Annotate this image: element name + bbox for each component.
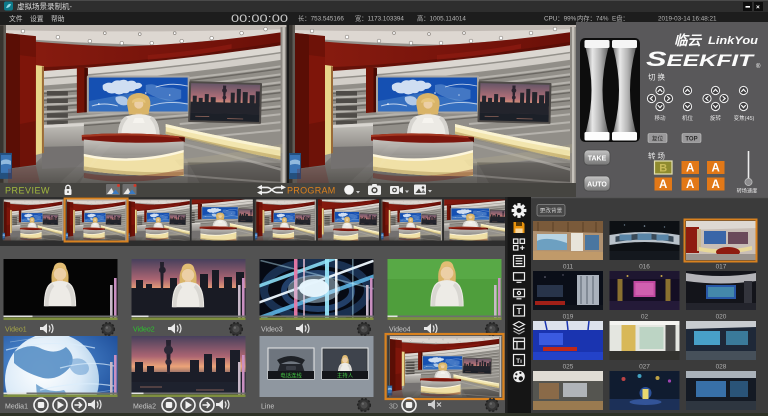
svg-text:旋转: 旋转 (710, 114, 722, 122)
svg-text:®: ® (756, 63, 761, 70)
svg-text:LinkYou: LinkYou (708, 35, 758, 47)
svg-text:CPU：99%: CPU：99% (544, 16, 577, 23)
svg-text:切换: 切换 (648, 72, 667, 82)
svg-text:016: 016 (639, 264, 650, 271)
svg-text:Video4: Video4 (389, 327, 411, 334)
svg-text:A: A (686, 179, 694, 191)
svg-text:转场: 转场 (648, 151, 667, 161)
svg-text:T: T (517, 307, 522, 316)
svg-text:011: 011 (563, 264, 574, 271)
svg-text:028: 028 (716, 364, 727, 371)
svg-text:临云: 临云 (674, 33, 703, 48)
svg-text:移动: 移动 (654, 114, 666, 122)
svg-text:TOP: TOP (685, 136, 697, 142)
svg-text:027: 027 (639, 364, 650, 371)
svg-text:SEEKFIT: SEEKFIT (646, 47, 755, 71)
svg-text:TAKE: TAKE (588, 156, 607, 163)
svg-text:PROGRAM: PROGRAM (287, 186, 336, 196)
svg-text:020: 020 (716, 314, 727, 321)
svg-text:长：753.545166: 长：753.545166 (298, 14, 344, 23)
svg-text:A: A (712, 179, 720, 191)
svg-text:019: 019 (563, 314, 574, 321)
svg-text:2019-03-14 16:48:21: 2019-03-14 16:48:21 (658, 16, 717, 23)
svg-text:Video3: Video3 (261, 327, 283, 334)
svg-text:帮助: 帮助 (51, 14, 65, 23)
svg-text:Media2: Media2 (133, 404, 156, 411)
svg-text:E盘：: E盘： (612, 14, 629, 23)
svg-text:设置: 设置 (30, 14, 44, 23)
svg-text:高：1005.114014: 高：1005.114014 (417, 14, 466, 23)
svg-text:3D: 3D (389, 404, 398, 411)
svg-text:A: A (686, 163, 694, 175)
svg-text:内存：74%: 内存：74% (577, 14, 609, 23)
svg-text:Video1: Video1 (5, 327, 27, 334)
svg-text:00:00:00: 00:00:00 (231, 13, 288, 25)
svg-text:AUTO: AUTO (587, 182, 607, 189)
svg-text:电话连线: 电话连线 (280, 372, 302, 380)
svg-text:Video2: Video2 (133, 327, 155, 334)
svg-text:变焦(45): 变焦(45) (734, 114, 755, 122)
svg-text:×: × (756, 4, 760, 11)
svg-text:Media1: Media1 (5, 404, 28, 411)
svg-text:虚拟场景录制机-: 虚拟场景录制机- (17, 1, 72, 11)
svg-text:025: 025 (563, 364, 574, 371)
svg-text:PREVIEW: PREVIEW (5, 186, 50, 196)
svg-text:宽：1173.103394: 宽：1173.103394 (355, 14, 404, 23)
svg-text:Line: Line (261, 404, 274, 411)
svg-text:文件: 文件 (9, 14, 23, 23)
svg-text:机位: 机位 (682, 114, 694, 122)
svg-text:B: B (659, 163, 667, 175)
svg-text:A: A (712, 163, 720, 175)
svg-text:Tı: Tı (516, 358, 522, 365)
svg-text:02: 02 (641, 314, 649, 321)
svg-text:主持人: 主持人 (337, 372, 354, 380)
svg-text:更改背景: 更改背景 (540, 207, 563, 215)
svg-text:017: 017 (716, 264, 727, 271)
svg-text:A: A (659, 179, 667, 191)
svg-text:转场速度: 转场速度 (737, 187, 758, 195)
svg-text:复位: 复位 (652, 134, 664, 142)
